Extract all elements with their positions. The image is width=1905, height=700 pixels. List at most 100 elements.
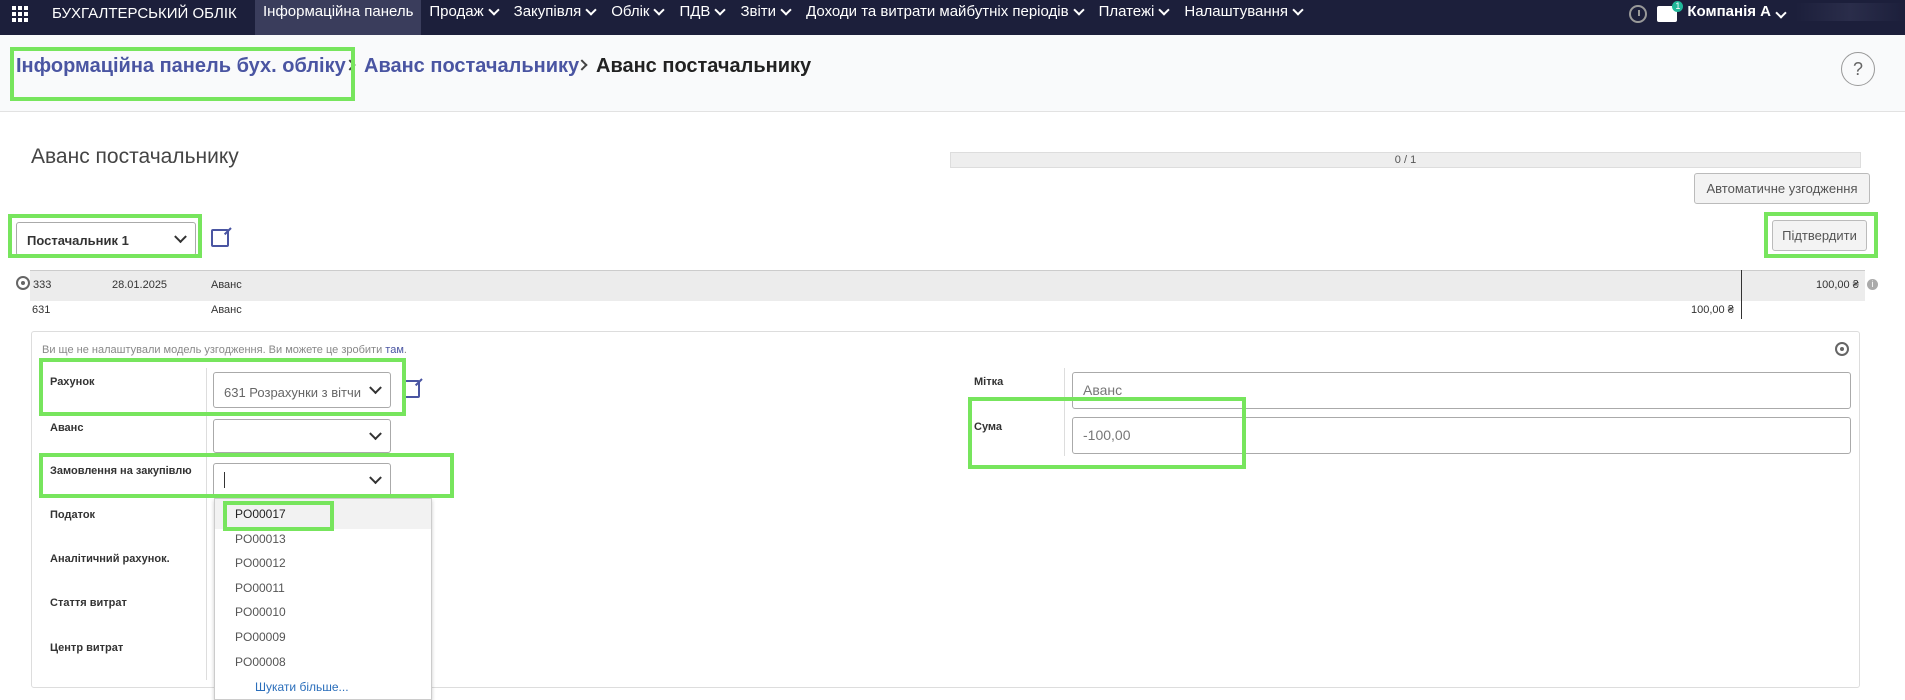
chevron-down-icon — [369, 381, 382, 395]
reconcile-hint: Ви ще не налаштували модель узгодження. … — [42, 344, 407, 356]
text-caret — [224, 472, 225, 488]
menu-purchase[interactable]: Закупівля — [506, 0, 604, 35]
dropdown-item[interactable]: PO00017 — [235, 507, 286, 521]
menu-label: Доходи та витрати майбутніх періодів — [806, 3, 1069, 20]
menu-dashboard[interactable]: Інформаційна панель — [255, 0, 422, 35]
purchase-order-dropdown: PO00017 PO00013 PO00012 PO00011 PO00010 … — [214, 498, 432, 700]
menu-label: Звіти — [740, 3, 777, 20]
company-name: Компанія А — [1687, 3, 1771, 20]
cell-account: 333 — [33, 279, 52, 291]
menu-label: Налаштування — [1184, 3, 1289, 20]
breadcrumb-advance[interactable]: Аванс постачальнику — [364, 55, 579, 78]
menu-deferred[interactable]: Доходи та витрати майбутніх періодів — [798, 0, 1091, 35]
table-row[interactable]: 631 Аванс 100,00 ₴ — [30, 301, 1865, 319]
cell-amount: 100,00 ₴ — [1691, 304, 1734, 316]
cell-label: Аванс — [211, 279, 242, 291]
breadcrumb-dashboard[interactable]: Інформаційна панель бух. обліку — [16, 55, 346, 78]
advance-label: Аванс — [50, 422, 84, 434]
clock-icon[interactable] — [1629, 5, 1648, 23]
chevron-down-icon — [585, 4, 597, 16]
analytic-label: Аналітичний рахунок. — [50, 553, 170, 565]
menu-sales[interactable]: Продаж — [421, 0, 505, 35]
apps-grid-icon[interactable] — [12, 6, 28, 22]
cost-center-label: Центр витрат — [50, 642, 124, 654]
menu-label: ПДВ — [679, 3, 711, 20]
partner-value: Постачальник 1 — [27, 233, 129, 248]
tag-input[interactable]: Аванс — [1072, 372, 1851, 409]
dropdown-item[interactable]: PO00009 — [235, 630, 286, 644]
menu-label: Облік — [611, 3, 650, 20]
purchase-order-input[interactable] — [213, 463, 391, 497]
help-button[interactable]: ? — [1841, 52, 1875, 86]
breadcrumb-current: Аванс постачальнику — [596, 55, 812, 77]
company-switcher[interactable]: Компанія А — [1687, 3, 1787, 20]
dropdown-item[interactable]: PO00012 — [235, 556, 286, 570]
menu-vat[interactable]: ПДВ — [671, 0, 732, 35]
top-navbar: БУХГАЛТЕРСЬКИЙ ОБЛІК Інформаційна панель… — [0, 0, 1905, 35]
chevron-down-icon — [369, 427, 382, 441]
menu-accounting[interactable]: Облік — [603, 0, 671, 35]
tag-label: Мітка — [974, 376, 1004, 388]
chevron-down-icon — [1158, 4, 1171, 16]
dropdown-item[interactable]: PO00010 — [235, 605, 286, 619]
dropdown-item[interactable]: PO00011 — [235, 581, 285, 595]
chevron-down-icon — [780, 4, 792, 16]
amount-input[interactable]: -100,00 — [1072, 417, 1851, 454]
app-brand[interactable]: БУХГАЛТЕРСЬКИЙ ОБЛІК — [52, 5, 237, 22]
table-row[interactable]: 333 28.01.2025 Аванс 100,00 ₴ — [30, 270, 1865, 301]
hint-end: . — [403, 344, 407, 356]
menu-label: Продаж — [429, 3, 484, 20]
dropdown-item[interactable]: PO00008 — [235, 655, 286, 669]
partner-select[interactable]: Постачальник 1 — [16, 222, 196, 256]
purchase-order-label: Замовлення на закупівлю — [50, 465, 192, 477]
chevron-down-icon — [653, 4, 666, 16]
search-more-link[interactable]: Шукати більше... — [255, 680, 349, 694]
chevron-right-icon — [344, 59, 356, 71]
cell-amount: 100,00 ₴ — [1816, 279, 1859, 291]
chevron-down-icon — [714, 4, 727, 16]
user-menu[interactable] — [1795, 3, 1905, 21]
notification-count: 1 — [1672, 1, 1684, 12]
external-link-icon[interactable] — [402, 380, 420, 398]
dropdown-item[interactable]: PO00013 — [235, 532, 286, 546]
chevron-down-icon — [1292, 4, 1304, 16]
chat-icon[interactable]: 1 — [1657, 1, 1684, 22]
topbar-right: 1 Компанія А — [1629, 0, 1905, 35]
menu-reports[interactable]: Звіти — [732, 0, 798, 35]
info-icon[interactable]: i — [1867, 279, 1878, 290]
divider — [206, 368, 207, 680]
breadcrumb: Інформаційна панель бух. обліку Аванс по… — [0, 35, 1905, 112]
divider — [1064, 368, 1065, 456]
account-value: 631 Розрахунки з вітчи — [224, 385, 362, 400]
chevron-down-icon — [487, 4, 500, 16]
menu-label: Платежі — [1098, 3, 1155, 20]
external-link-icon[interactable] — [211, 229, 229, 247]
gear-icon[interactable] — [16, 276, 30, 290]
chevron-down-icon — [174, 230, 187, 244]
menu-payments[interactable]: Платежі — [1091, 0, 1177, 35]
menu-label: Інформаційна панель — [263, 3, 414, 20]
progress-bar: 0 / 1 — [950, 152, 1861, 168]
cell-label: Аванс — [211, 304, 242, 316]
page-title: Аванс постачальнику — [31, 145, 239, 168]
menu-label: Закупівля — [513, 3, 582, 20]
confirm-button[interactable]: Підтвердити — [1772, 220, 1867, 251]
tax-label: Податок — [50, 509, 96, 521]
account-select[interactable]: 631 Розрахунки з вітчи — [213, 372, 391, 408]
progress-text: 0 / 1 — [1394, 154, 1417, 166]
expense-label: Стаття витрат — [50, 597, 127, 609]
advance-select[interactable] — [213, 419, 391, 453]
account-label: Рахунок — [50, 376, 95, 388]
amount-label: Сума — [974, 421, 1003, 433]
cell-account: 631 — [32, 304, 51, 316]
gear-icon[interactable] — [1835, 342, 1849, 356]
menu-settings[interactable]: Налаштування — [1176, 0, 1310, 35]
main-menu: Інформаційна панель Продаж Закупівля Обл… — [255, 0, 1310, 35]
column-divider — [1741, 270, 1742, 319]
hint-text: Ви ще не налаштували модель узгодження. … — [42, 344, 383, 356]
auto-reconcile-button[interactable]: Автоматичне узгодження — [1694, 173, 1870, 204]
hint-link[interactable]: там — [385, 344, 404, 356]
cell-date: 28.01.2025 — [112, 279, 168, 291]
chevron-down-icon — [369, 471, 382, 485]
chevron-down-icon — [1775, 7, 1787, 19]
